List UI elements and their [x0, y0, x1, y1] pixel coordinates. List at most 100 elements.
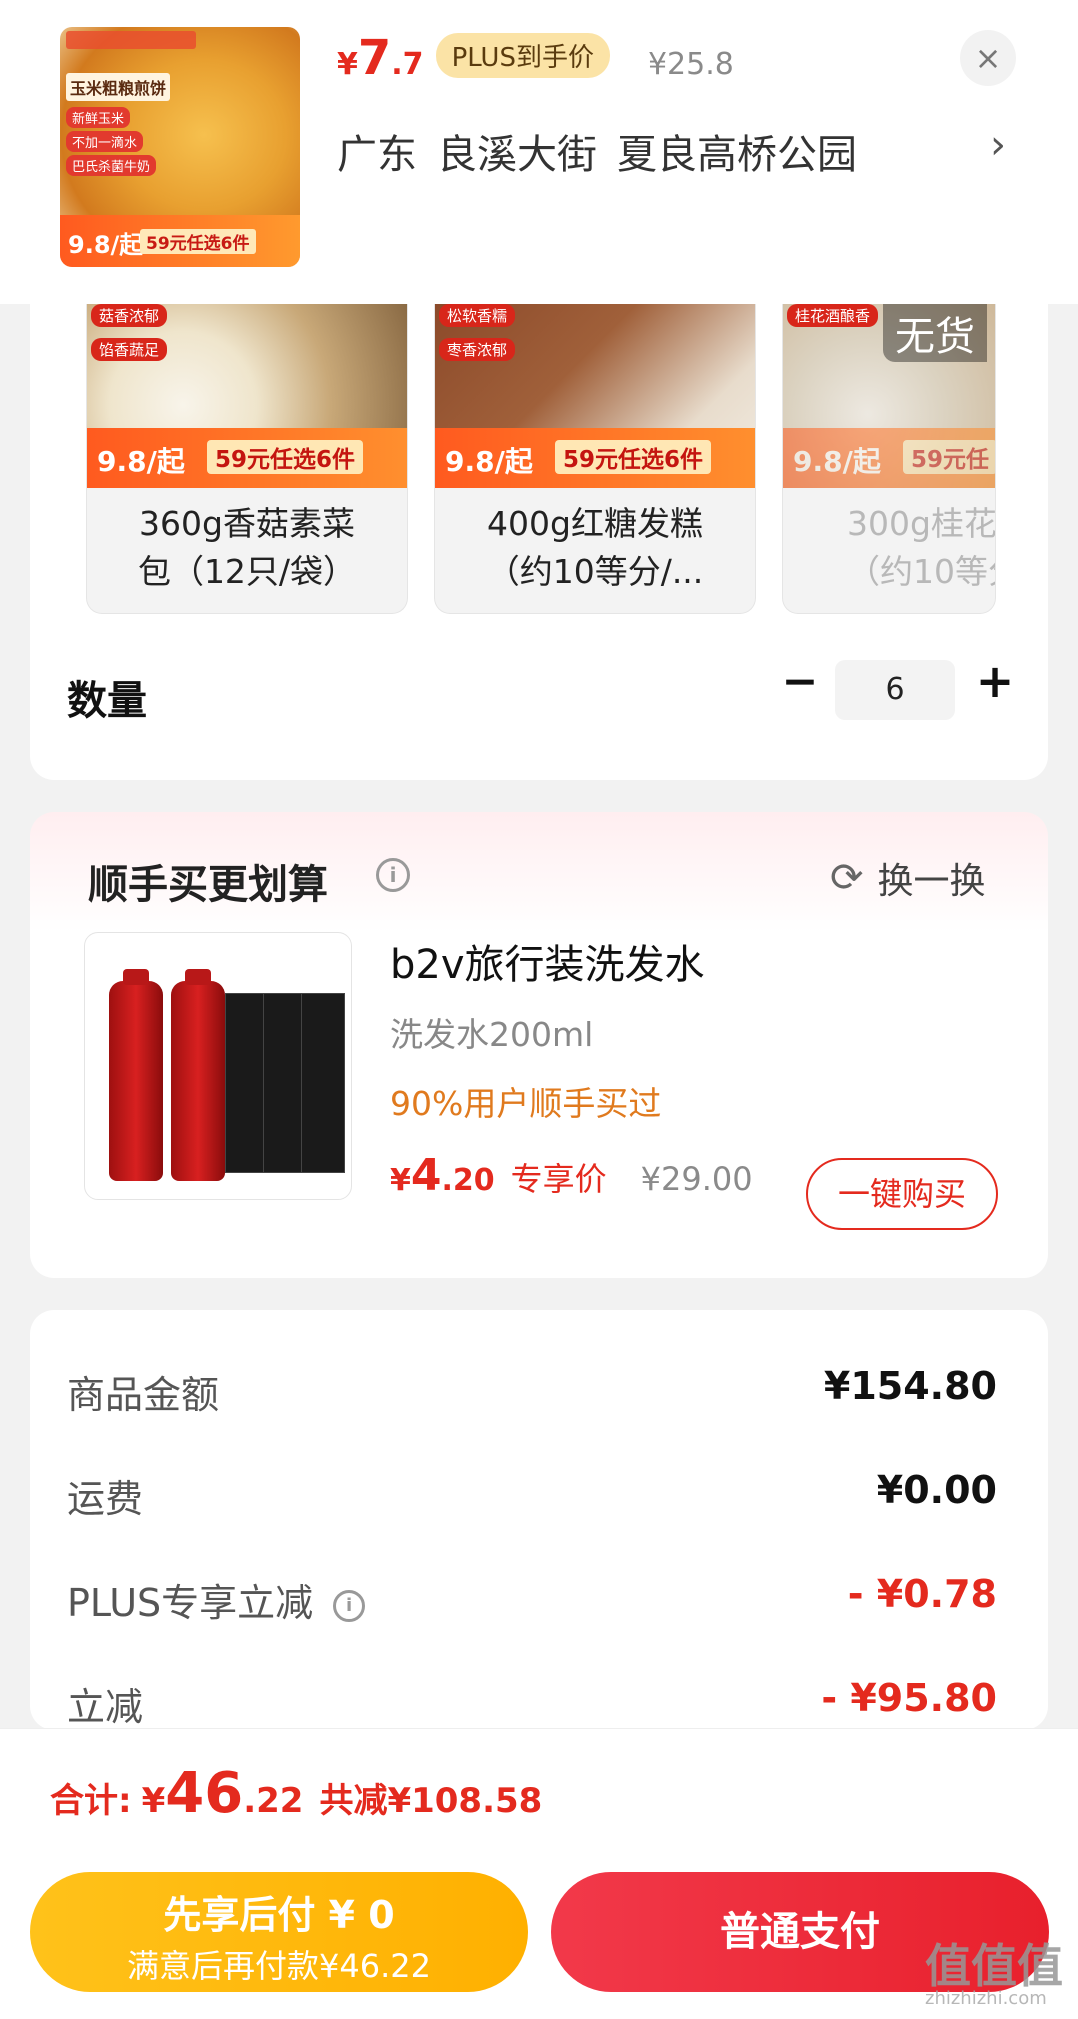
variant-tag: 菇香浓郁: [91, 304, 168, 327]
price-currency: ¥: [390, 1163, 411, 1198]
pay-later-button[interactable]: 先享后付 ¥ 0 满意后再付款¥46.22: [30, 1872, 528, 1992]
addon-card: 顺手买更划算 i ⟳ 换一换 b2v旅行装洗发水 洗发水200ml 90%用户顺…: [30, 812, 1048, 1278]
variant-name-line: （约10等分/...: [486, 552, 704, 591]
quantity-increment-button[interactable]: +: [967, 654, 1023, 710]
addon-product-name[interactable]: b2v旅行装洗发水: [390, 932, 705, 990]
quantity-input[interactable]: 6: [835, 660, 955, 720]
variant-price-bar: 9.8/起 59元任选6件: [87, 428, 407, 488]
fee-label: 运费: [67, 1477, 144, 1521]
info-icon[interactable]: i: [376, 858, 410, 892]
fee-value: ¥154.80: [823, 1364, 997, 1408]
thumbnail-price: 9.8/起: [68, 231, 144, 259]
variant-name-line: 400g红糖发糕: [487, 504, 703, 543]
fee-label-group: PLUS专享立减 i: [67, 1572, 366, 1627]
variant-name: 360g香菇素菜 包（12只/袋）: [87, 500, 407, 596]
variant-name: 300g桂花 （约10等分: [783, 500, 995, 596]
variant-card: 菇香浓郁 馅香蔬足 9.8/起 59元任选6件 360g香菇素菜 包（12只/袋…: [30, 304, 1048, 780]
variant-name: 400g红糖发糕 （约10等分/...: [435, 500, 755, 596]
variant-price-bar: 9.8/起 59元任选6件: [435, 428, 755, 488]
address-street: 良溪大街: [437, 132, 597, 178]
addon-product-spec: 洗发水200ml: [390, 1015, 594, 1054]
order-total: 合计: ¥46.22 共减¥108.58: [50, 1761, 542, 1826]
variant-price-bar: 9.8/起 59元任: [783, 428, 995, 488]
variant-name-line: 360g香菇素菜: [139, 504, 355, 543]
addon-section-title: 顺手买更划算: [88, 862, 328, 908]
fee-value: ¥0.00: [876, 1468, 997, 1512]
original-price: ¥25.8: [647, 47, 734, 82]
bottle-graphic: [109, 969, 163, 1181]
price-integer: 7: [357, 30, 392, 86]
addon-price-row: ¥4.20 专享价 ¥29.00: [390, 1150, 753, 1201]
fee-label: PLUS专享立减: [67, 1581, 314, 1625]
product-header: 玉米粗粮煎饼 新鲜玉米 不加一滴水 巴氏杀菌牛奶 9.8/起 59元任选6件 ¥…: [0, 0, 1078, 304]
watermark-url: zhizhizhi.com: [925, 1988, 1047, 2009]
out-of-stock-badge: 无货: [883, 304, 987, 362]
total-currency: ¥: [141, 1781, 166, 1821]
addon-price: ¥4.20: [390, 1150, 495, 1201]
variant-name-line: 包（12只/袋）: [137, 552, 357, 591]
one-click-buy-button[interactable]: 一键购买: [806, 1158, 998, 1230]
price-decimal: .20: [441, 1163, 495, 1198]
variant-price: 9.8/起: [793, 445, 881, 478]
refresh-label: 换一换: [877, 861, 986, 902]
fee-label: 商品金额: [67, 1373, 220, 1417]
chevron-right-icon[interactable]: ›: [990, 122, 1006, 168]
variant-name-line: 300g桂花: [847, 504, 996, 543]
variant-tag: 桂花酒酿香: [787, 304, 879, 327]
fee-value: - ¥0.78: [847, 1572, 997, 1616]
price-integer: 4: [410, 1150, 442, 1201]
fee-summary-card: 商品金额 ¥154.80 运费 ¥0.00 PLUS专享立减 i - ¥0.78 …: [30, 1310, 1048, 1730]
plus-price-badge: PLUS到手价: [435, 32, 610, 78]
variant-promo: 59元任: [903, 440, 995, 474]
addon-price-label: 专享价: [510, 1160, 607, 1198]
total-bar: 合计: ¥46.22 共减¥108.58: [0, 1728, 1078, 1862]
address-province: 广东: [337, 132, 417, 178]
fee-value: - ¥95.80: [821, 1676, 997, 1720]
variant-option[interactable]: 松软香糯 枣香浓郁 9.8/起 59元任选6件 400g红糖发糕 （约10等分/…: [434, 304, 756, 614]
info-icon[interactable]: i: [333, 1589, 366, 1622]
variant-promo: 59元任选6件: [555, 440, 712, 474]
quantity-decrement-button[interactable]: −: [775, 656, 825, 712]
thumbnail-tag: 巴氏杀菌牛奶: [66, 155, 157, 176]
addon-product-image[interactable]: [84, 932, 352, 1200]
price-decimal: .7: [391, 47, 424, 82]
thumbnail-tag: 不加一滴水: [66, 131, 144, 152]
watermark-logo: 值值值: [925, 1939, 1063, 1993]
sachet-graphic: [301, 993, 345, 1173]
total-integer: 46: [165, 1761, 244, 1826]
price-currency: ¥: [337, 47, 358, 82]
variant-price: 9.8/起: [97, 445, 185, 478]
thumbnail-price-bar: 9.8/起 59元任选6件: [60, 215, 300, 267]
quantity-label: 数量: [67, 678, 147, 724]
bottle-graphic: [171, 969, 225, 1181]
addon-social-proof: 90%用户顺手买过: [390, 1084, 662, 1123]
variant-tag: 枣香浓郁: [439, 338, 516, 361]
refresh-icon: ⟳: [830, 855, 864, 901]
variant-option-out-of-stock[interactable]: 桂花酒酿香 无货 9.8/起 59元任 300g桂花 （约10等分: [782, 304, 996, 614]
address-place: 夏良高桥公园: [617, 132, 857, 178]
close-icon[interactable]: ×: [960, 30, 1016, 86]
thumbnail-title: 玉米粗粮煎饼: [66, 73, 171, 101]
fee-label: 立减: [67, 1685, 144, 1729]
variant-option[interactable]: 菇香浓郁 馅香蔬足 9.8/起 59元任选6件 360g香菇素菜 包（12只/袋…: [86, 304, 408, 614]
product-thumbnail[interactable]: 玉米粗粮煎饼 新鲜玉米 不加一滴水 巴氏杀菌牛奶 9.8/起 59元任选6件: [60, 27, 300, 267]
delivery-address[interactable]: 广东 良溪大街 夏良高桥公园: [337, 122, 877, 180]
variant-price: 9.8/起: [445, 445, 533, 478]
payment-action-bar: 先享后付 ¥ 0 满意后再付款¥46.22 普通支付: [0, 1862, 1078, 2019]
total-label: 合计:: [50, 1781, 132, 1821]
plus-price: ¥7.7: [337, 30, 424, 86]
price-row: ¥7.7 PLUS到手价 ¥25.8: [337, 30, 734, 86]
addon-original-price: ¥29.00: [640, 1160, 753, 1198]
total-saving: 共减¥108.58: [319, 1781, 543, 1821]
brand-strip: [66, 31, 196, 49]
thumbnail-tag: 新鲜玉米: [66, 107, 131, 128]
variant-tag: 松软香糯: [439, 304, 516, 327]
pay-later-subtitle: 满意后再付款¥46.22: [127, 1947, 431, 1985]
variant-promo: 59元任选6件: [207, 440, 364, 474]
refresh-button[interactable]: ⟳ 换一换: [830, 852, 986, 904]
thumbnail-promo: 59元任选6件: [140, 229, 256, 254]
variant-tag: 馅香蔬足: [91, 338, 168, 361]
pay-later-title: 先享后付 ¥ 0: [163, 1893, 395, 1937]
variant-name-line: （约10等分: [847, 552, 995, 591]
total-decimal: .22: [243, 1781, 304, 1821]
